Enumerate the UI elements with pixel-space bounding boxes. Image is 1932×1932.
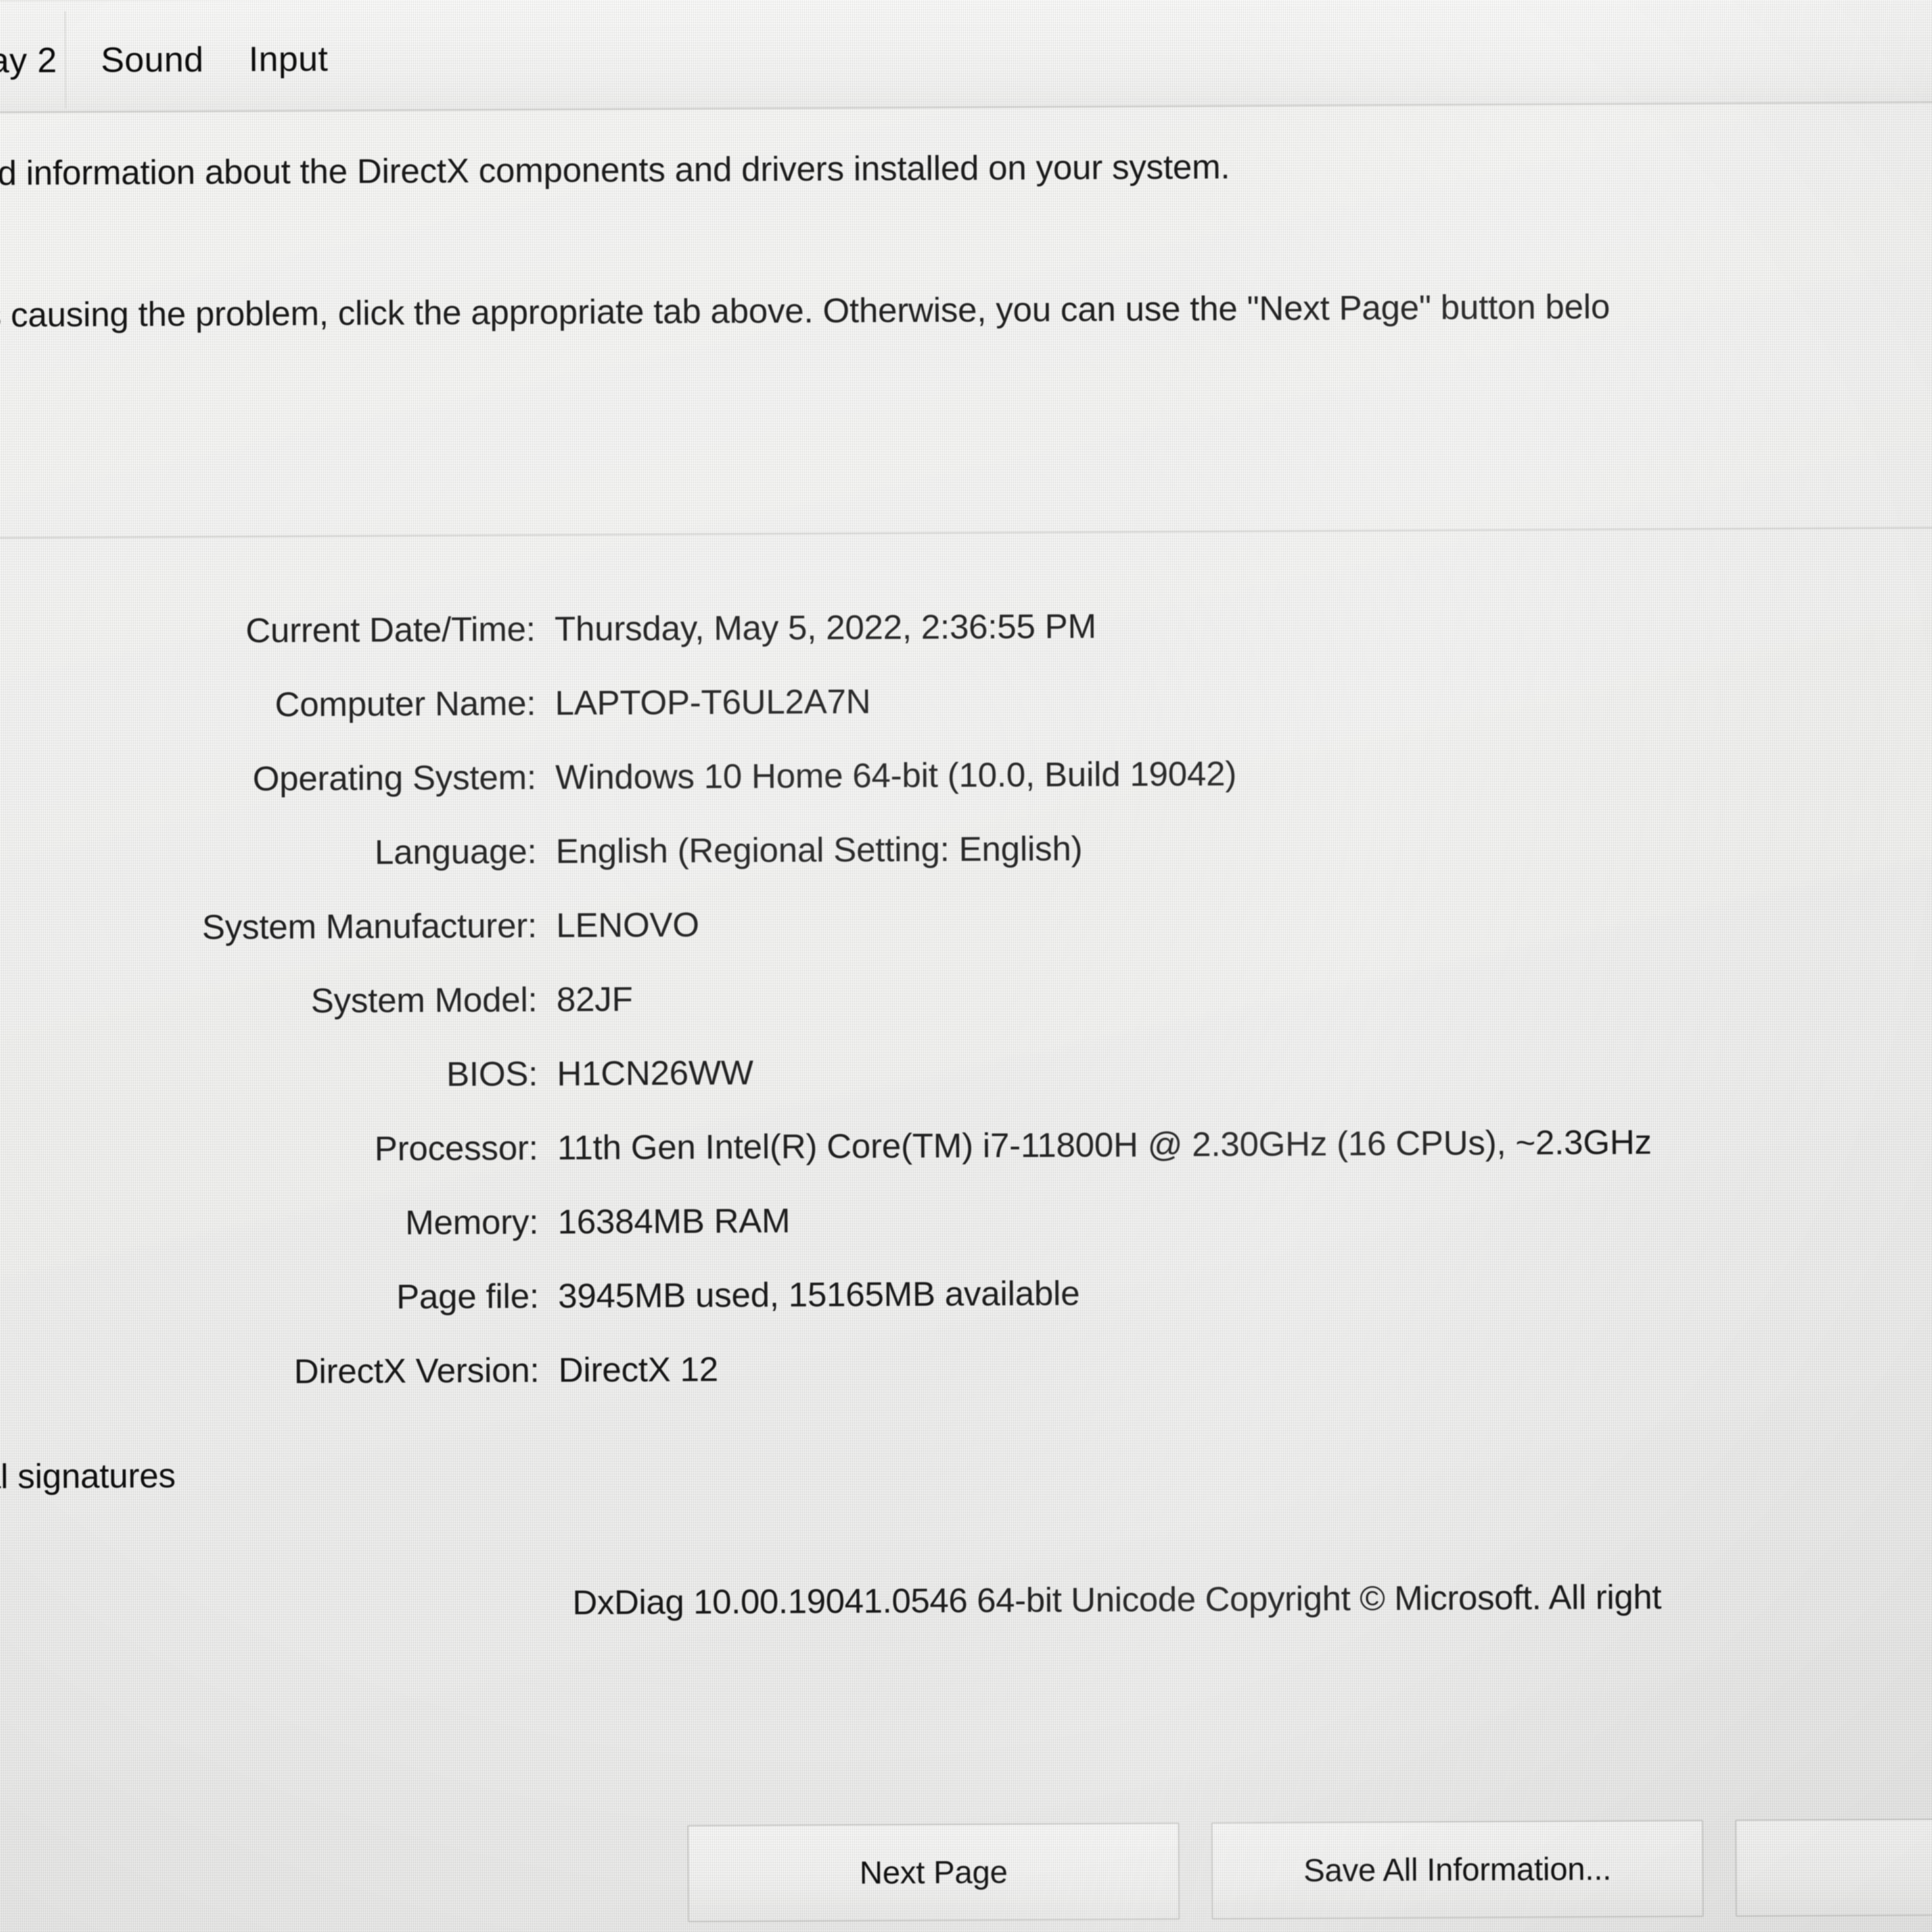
- table-row: Language: English (Regional Setting: Eng…: [0, 827, 1932, 911]
- row-value: H1CN26WW: [556, 1054, 754, 1093]
- tab-strip: lay 2 Sound Input: [0, 0, 1932, 114]
- row-label: Current Date/Time:: [245, 610, 536, 650]
- whql-signature-checkbox-label[interactable]: igital signatures: [0, 1456, 176, 1497]
- row-label: DirectX Version:: [293, 1351, 540, 1391]
- table-row: System Model: 82JF: [0, 975, 1932, 1059]
- footer-copyright: DxDiag 10.00.19041.0546 64-bit Unicode C…: [572, 1577, 1662, 1622]
- row-label: System Model:: [310, 980, 538, 1020]
- row-label: Language:: [374, 832, 537, 872]
- row-value: 16384MB RAM: [557, 1201, 790, 1241]
- row-label: Memory:: [405, 1202, 539, 1243]
- row-label: System Manufacturer:: [202, 906, 537, 947]
- row-value: 3945MB used, 15165MB available: [558, 1274, 1080, 1315]
- row-value: Thursday, May 5, 2022, 2:36:55 PM: [554, 607, 1097, 648]
- dxdiag-screenshot-photo: lay 2 Sound Input ed information about t…: [0, 0, 1932, 1932]
- save-all-information-button-label: Save All Information...: [1303, 1851, 1612, 1889]
- row-value: DirectX 12: [558, 1350, 719, 1390]
- row-value: LAPTOP-T6UL2A7N: [555, 682, 871, 723]
- table-row: Page file: 3945MB used, 15165MB availabl…: [0, 1271, 1932, 1356]
- table-row: Current Date/Time: Thursday, May 5, 2022…: [0, 604, 1932, 689]
- tab-display-2[interactable]: lay 2: [0, 11, 66, 109]
- description-line-2: is causing the problem, click the approp…: [0, 288, 1611, 335]
- next-page-button[interactable]: Next Page: [687, 1822, 1180, 1922]
- row-value: Windows 10 Home 64-bit (10.0, Build 1904…: [555, 755, 1237, 797]
- dxdiag-window: lay 2 Sound Input ed information about t…: [0, 0, 1932, 1932]
- table-row: Processor: 11th Gen Intel(R) Core(TM) i7…: [0, 1123, 1932, 1208]
- tab-input-label: Input: [249, 38, 328, 79]
- row-label: Operating System:: [252, 758, 537, 799]
- table-row: BIOS: H1CN26WW: [0, 1049, 1932, 1133]
- row-label: Computer Name:: [275, 684, 536, 724]
- table-row: DirectX Version: DirectX 12: [0, 1346, 1932, 1430]
- table-row: System Manufacturer: LENOVO: [0, 901, 1932, 985]
- description-line-1: ed information about the DirectX compone…: [0, 148, 1230, 193]
- tab-input[interactable]: Input: [231, 10, 346, 107]
- row-value: LENOVO: [556, 905, 700, 945]
- table-row: Computer Name: LAPTOP-T6UL2A7N: [0, 678, 1932, 763]
- row-value: English (Regional Setting: English): [555, 829, 1083, 871]
- tab-sound-label: Sound: [100, 39, 204, 80]
- row-value: 82JF: [556, 980, 633, 1019]
- row-value: 11th Gen Intel(R) Core(TM) i7-11800H @ 2…: [557, 1123, 1652, 1167]
- row-label: BIOS:: [446, 1054, 538, 1094]
- table-row: Memory: 16384MB RAM: [0, 1197, 1932, 1282]
- exit-button[interactable]: E: [1735, 1818, 1932, 1917]
- next-page-button-label: Next Page: [859, 1854, 1008, 1891]
- tab-display-2-label: lay 2: [0, 40, 57, 80]
- tab-sound[interactable]: Sound: [85, 11, 220, 109]
- row-label: Page file:: [396, 1276, 539, 1317]
- save-all-information-button[interactable]: Save All Information...: [1211, 1820, 1704, 1920]
- table-row: Operating System: Windows 10 Home 64-bit…: [0, 753, 1932, 837]
- row-label: Processor:: [374, 1128, 539, 1169]
- system-information-table: Current Date/Time: Thursday, May 5, 2022…: [0, 604, 1932, 1430]
- dialog-button-bar: Next Page Save All Information... E: [0, 1811, 1932, 1932]
